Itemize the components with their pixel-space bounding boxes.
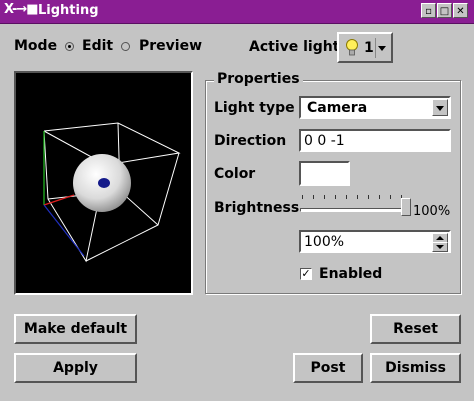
slider-tick: [346, 195, 347, 199]
brightness-label: Brightness: [214, 200, 300, 216]
brightness-slider-track[interactable]: [300, 208, 406, 212]
dismiss-button[interactable]: Dismiss: [370, 353, 461, 383]
active-light-combo[interactable]: 1: [337, 32, 393, 63]
spin-down-button[interactable]: [432, 242, 448, 252]
post-button[interactable]: Post: [293, 353, 363, 383]
apply-button[interactable]: Apply: [14, 353, 137, 383]
slider-tick: [368, 195, 369, 199]
light-type-select[interactable]: Camera: [299, 96, 451, 119]
active-light-value: 1: [364, 39, 374, 56]
minimize-button[interactable]: ▫: [421, 3, 436, 18]
active-light-label: Active light: [249, 39, 340, 55]
slider-tick: [313, 195, 314, 199]
direction-input[interactable]: 0 0 -1: [299, 129, 451, 152]
mode-preview-radio[interactable]: [121, 42, 130, 51]
light-preview-viewport[interactable]: [14, 71, 193, 295]
enabled-checkbox[interactable]: ✓: [300, 268, 312, 280]
chevron-down-icon[interactable]: [432, 99, 448, 116]
window-title: Lighting: [38, 3, 99, 18]
slider-tick: [379, 195, 380, 199]
brightness-spin-value: 100%: [304, 234, 345, 250]
lightbulb-icon: [346, 38, 358, 55]
mode-preview-label[interactable]: Preview: [139, 38, 202, 54]
light-type-label: Light type: [214, 100, 295, 116]
brightness-spinbox[interactable]: 100%: [299, 230, 451, 253]
brightness-slider-thumb[interactable]: [401, 198, 411, 216]
preview-canvas: [43, 122, 181, 263]
mode-label: Mode: [14, 38, 58, 54]
mode-edit-radio[interactable]: [65, 42, 74, 51]
enabled-label[interactable]: Enabled: [319, 266, 382, 282]
properties-title: Properties: [214, 71, 303, 87]
mode-edit-label[interactable]: Edit: [82, 38, 113, 54]
maximize-button[interactable]: □: [437, 3, 452, 18]
direction-value: 0 0 -1: [304, 133, 345, 149]
reset-button[interactable]: Reset: [370, 314, 461, 344]
make-default-button[interactable]: Make default: [14, 314, 137, 344]
slider-tick: [324, 195, 325, 199]
slider-tick: [357, 195, 358, 199]
color-swatch-button[interactable]: [299, 161, 350, 186]
slider-tick: [302, 195, 303, 199]
window-menu-icon[interactable]: X-→■: [4, 2, 39, 17]
slider-tick: [335, 195, 336, 199]
slider-tick: [390, 195, 391, 199]
z-axis: [43, 204, 85, 257]
chevron-down-icon[interactable]: [375, 38, 388, 58]
light-type-value: Camera: [307, 100, 368, 116]
close-button[interactable]: ✕: [453, 3, 468, 18]
color-label: Color: [214, 166, 256, 182]
light-marker: [98, 178, 110, 188]
brightness-readout: 100%: [413, 204, 451, 219]
direction-label: Direction: [214, 133, 287, 149]
